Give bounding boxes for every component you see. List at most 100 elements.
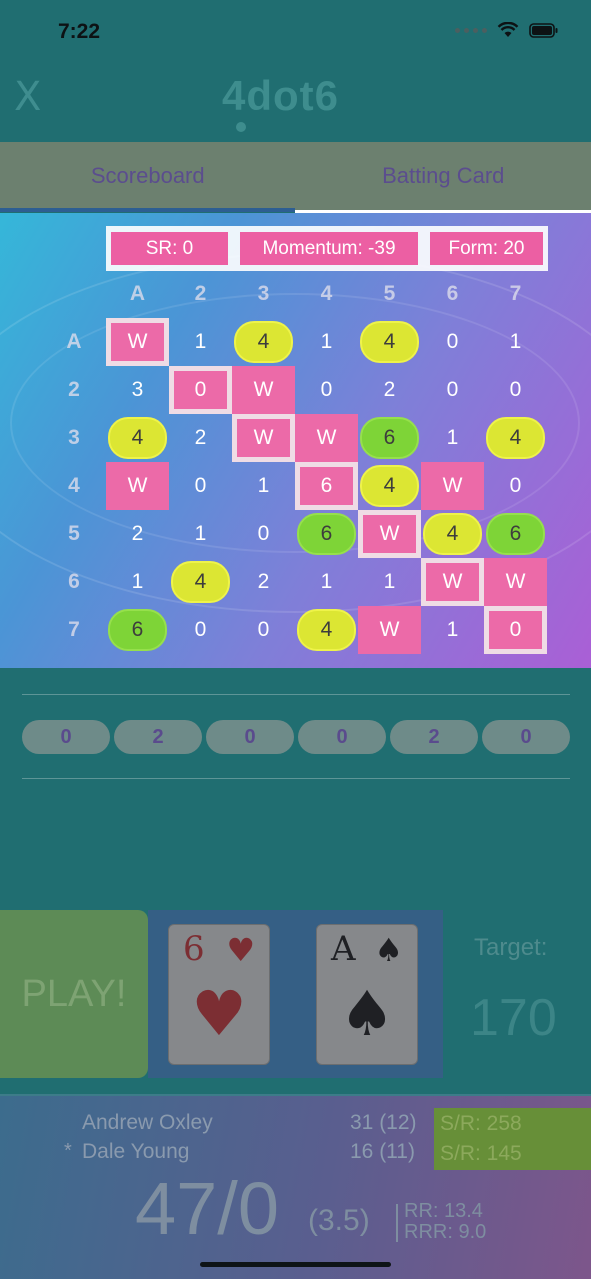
grid-cell-value: 4 (509, 426, 522, 449)
grid-cell: 4 (358, 318, 421, 366)
grid-cell-value: W (253, 378, 274, 401)
tab-bar: Scoreboard Batting Card (0, 142, 591, 210)
grid-cell: 4 (484, 414, 547, 462)
grid-cell: W (358, 606, 421, 654)
divider (0, 1094, 591, 1096)
over-pill: 0 (482, 720, 570, 754)
grid-cell: 6 (295, 510, 358, 558)
grid-cell: 1 (421, 606, 484, 654)
grid-cell-value: W (127, 330, 148, 353)
grid-cell: 6 (484, 510, 547, 558)
playing-card-hearts: 6 ♥ ♥ (168, 924, 270, 1065)
status-time: 7:22 (58, 20, 101, 43)
tab-scoreboard[interactable]: Scoreboard (0, 142, 296, 210)
card-area: 6 ♥ ♥ A ♠ ♠ (148, 910, 443, 1078)
grid-column-header: 4 (320, 282, 333, 305)
grid-cell: W (484, 558, 547, 606)
over-pills: 020020 (22, 720, 570, 754)
logo-dot (236, 122, 246, 132)
innings-total: 47/0 (135, 1167, 280, 1250)
grid-cell: 4 (106, 414, 169, 462)
grid-column-header: 2 (194, 282, 207, 305)
grid-cell-value: 1 (383, 570, 396, 593)
spade-icon: ♠ (374, 931, 403, 969)
grid-cell: 1 (106, 558, 169, 606)
spade-icon: ♠ (339, 977, 395, 1050)
grid-cell: 4 (295, 606, 358, 654)
play-button[interactable]: PLAY! (0, 910, 148, 1078)
status-icons (455, 22, 559, 38)
grid-cell: 2 (358, 366, 421, 414)
batsman-strike-rate: S/R: 145 (434, 1138, 591, 1170)
card-rank: 6 (183, 929, 205, 969)
tab-batting-card[interactable]: Batting Card (296, 142, 591, 210)
grid-cell-value: 1 (194, 522, 207, 545)
grid-row-header: 4 (68, 474, 80, 497)
grid-cell-value: 4 (131, 426, 144, 449)
grid-row-header: A (66, 330, 82, 353)
grid-cell: 4 (169, 558, 232, 606)
grid-cell: 0 (421, 318, 484, 366)
grid-cell: 1 (421, 414, 484, 462)
grid-cell-value: 2 (131, 522, 144, 545)
grid-cell: 0 (169, 606, 232, 654)
app-logo: 4dot6 (222, 72, 340, 119)
grid-cell-value: 1 (194, 330, 207, 353)
grid-cell-value: 4 (446, 522, 459, 545)
form-stat: Form: 20 (430, 232, 543, 265)
grid-column-header: 5 (383, 282, 396, 305)
rate-separator (396, 1204, 398, 1242)
grid-cell-value: 6 (131, 618, 144, 641)
grid-cell: 0 (232, 510, 295, 558)
grid-cell: W (106, 462, 169, 510)
grid-cell: W (106, 318, 169, 366)
over-pill: 0 (22, 720, 110, 754)
grid-cell-value: W (379, 618, 400, 641)
grid-cell: 4 (358, 462, 421, 510)
grid-cell-value: 0 (446, 330, 459, 353)
home-indicator[interactable] (200, 1262, 391, 1267)
grid-cell-value: 4 (383, 330, 396, 353)
grid-cell: 6 (295, 462, 358, 510)
grid-cell: 1 (295, 318, 358, 366)
grid-cell-value: 0 (509, 474, 522, 497)
playing-card-spades: A ♠ ♠ (316, 924, 418, 1065)
grid-cell-value: W (379, 522, 400, 545)
grid-cell: 4 (421, 510, 484, 558)
grid-cell: 0 (169, 462, 232, 510)
grid-row-header: 3 (68, 426, 80, 449)
close-button[interactable]: X (14, 74, 41, 120)
grid-cell-value: 1 (320, 570, 333, 593)
grid-cell: W (232, 414, 295, 462)
grid-cell-value: 0 (320, 378, 333, 401)
grid-cell: W (358, 510, 421, 558)
grid-cell-value: 1 (257, 474, 270, 497)
grid-cell-value: 1 (446, 618, 459, 641)
grid-cell-value: 0 (257, 618, 270, 641)
sr-stat: SR: 0 (111, 232, 228, 265)
grid-column-header: A (129, 282, 146, 305)
grid-cell: 0 (484, 366, 547, 414)
grid-cell-value: 6 (509, 522, 522, 545)
grid-cell: 3 (106, 366, 169, 414)
grid-cell-value: 4 (194, 570, 207, 593)
grid-cell: 0 (421, 366, 484, 414)
grid-cell-value: W (253, 426, 274, 449)
grid-cell: 1 (295, 558, 358, 606)
grid-column-header: 6 (446, 282, 459, 305)
over-pill: 2 (114, 720, 202, 754)
grid-cell-value: 1 (131, 570, 144, 593)
grid-cell-value: W (442, 570, 463, 593)
grid-cell-value: 0 (194, 474, 207, 497)
grid-column-header: 7 (509, 282, 522, 305)
grid-cell: 2 (106, 510, 169, 558)
grid-cell-value: 6 (383, 426, 396, 449)
signal-icon (455, 27, 487, 33)
momentum-stat: Momentum: -39 (240, 232, 418, 265)
grid-column-headers: A 2 3 4 5 6 7 (106, 282, 547, 310)
grid-cell-value: 6 (320, 522, 333, 545)
grid-cell-value: 4 (320, 618, 333, 641)
grid-cell: W (421, 558, 484, 606)
grid-cell-value: W (505, 570, 526, 593)
on-strike-marker: * (64, 1140, 72, 1162)
